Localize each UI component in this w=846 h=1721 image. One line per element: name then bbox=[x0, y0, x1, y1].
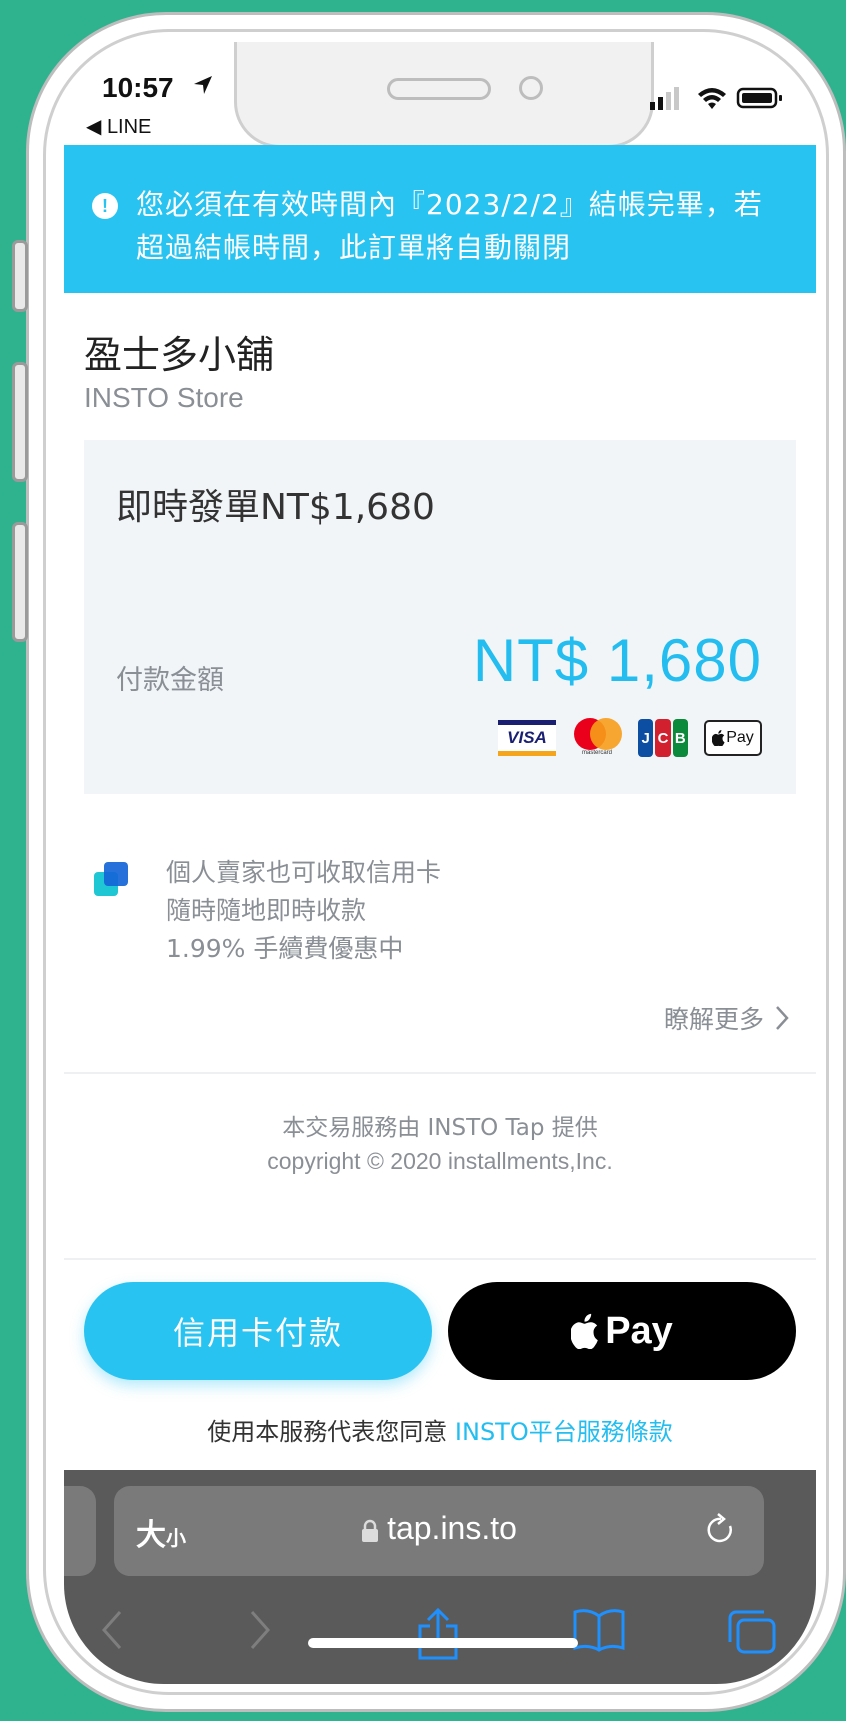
learn-more-link[interactable]: 瞭解更多 bbox=[664, 1000, 790, 1036]
phone-screen: 10:57 ◀ LINE ! 您必須在有效時間內『2023/2/2』結帳完畢，若… bbox=[64, 42, 816, 1684]
copyright-text: copyright © 2020 installments,Inc. bbox=[267, 1148, 613, 1174]
terms-prefix: 使用本服務代表您同意 bbox=[207, 1418, 455, 1446]
promo-line: 隨時隨地即時收款 bbox=[166, 896, 367, 925]
store-subtitle: INSTO Store bbox=[84, 382, 244, 413]
battery-icon bbox=[736, 87, 782, 109]
home-indicator[interactable] bbox=[308, 1638, 578, 1648]
volume-down-button bbox=[12, 522, 28, 642]
back-icon[interactable] bbox=[100, 1608, 124, 1652]
learn-more-label: 瞭解更多 bbox=[663, 1005, 764, 1034]
reload-icon[interactable] bbox=[704, 1512, 738, 1548]
location-arrow-icon bbox=[194, 76, 212, 94]
previous-tab-preview[interactable] bbox=[64, 1486, 96, 1576]
safari-toolbar: 大小 tap.ins.to bbox=[64, 1470, 816, 1684]
promo-line: 1.99% 手續費優惠中 bbox=[166, 934, 404, 963]
wifi-icon bbox=[698, 88, 726, 109]
visa-logo: VISA bbox=[498, 720, 556, 756]
deadline-message: 您必須在有效時間內『2023/2/2』結帳完畢，若超過結帳時間，此訂單將自動關閉 bbox=[136, 188, 763, 264]
payment-amount-label: 付款金額 bbox=[116, 665, 224, 696]
status-icons bbox=[650, 87, 782, 110]
order-title: 即時發單NT$1,680 bbox=[116, 487, 435, 528]
apple-pay-label: Pay bbox=[605, 1309, 673, 1352]
forward-icon[interactable] bbox=[248, 1608, 272, 1652]
bookmarks-icon[interactable] bbox=[572, 1608, 626, 1652]
url-text: tap.ins.to bbox=[387, 1510, 517, 1546]
accepted-cards: VISA mastercard J C B Pay bbox=[498, 718, 762, 758]
volume-up-button bbox=[12, 362, 28, 482]
share-icon[interactable] bbox=[416, 1608, 460, 1660]
divider bbox=[64, 1258, 816, 1260]
payment-amount: NT$ 1,680 bbox=[472, 627, 762, 694]
apple-pay-button[interactable]: Pay bbox=[448, 1282, 796, 1380]
jcb-logo: J C B bbox=[638, 719, 688, 757]
order-summary-card: 即時發單NT$1,680 付款金額 NT$ 1,680 VISA masterc… bbox=[84, 440, 796, 794]
back-to-line-link[interactable]: ◀ LINE bbox=[86, 114, 151, 139]
checkout-deadline-banner: ! 您必須在有效時間內『2023/2/2』結帳完畢，若超過結帳時間，此訂單將自動… bbox=[64, 145, 816, 293]
status-time: 10:57 bbox=[102, 72, 174, 103]
store-name: 盈士多小舖 bbox=[84, 333, 275, 377]
speaker bbox=[387, 78, 491, 100]
mastercard-logo: mastercard bbox=[572, 718, 622, 758]
alert-icon: ! bbox=[92, 193, 118, 219]
promo-line: 個人賣家也可收取信用卡 bbox=[166, 858, 442, 887]
terms-link[interactable]: INSTO平台服務條款 bbox=[455, 1418, 673, 1446]
insto-logo-icon bbox=[94, 862, 128, 896]
signal-icon bbox=[650, 87, 679, 110]
tabs-icon[interactable] bbox=[726, 1608, 778, 1656]
service-provider-text: 本交易服務由 INSTO Tap 提供 bbox=[282, 1115, 598, 1141]
apple-icon bbox=[571, 1313, 598, 1349]
terms-notice: 使用本服務代表您同意 INSTO平台服務條款 bbox=[64, 1412, 816, 1447]
apple-icon bbox=[712, 730, 725, 746]
divider bbox=[64, 1072, 816, 1074]
browser-nav-toolbar bbox=[64, 1608, 816, 1664]
notch bbox=[234, 42, 654, 148]
credit-card-pay-button[interactable]: 信用卡付款 bbox=[84, 1282, 432, 1380]
url-display: tap.ins.to bbox=[114, 1510, 764, 1547]
lock-icon bbox=[362, 1519, 379, 1542]
address-bar[interactable]: 大小 tap.ins.to bbox=[114, 1486, 764, 1576]
status-bar: 10:57 ◀ LINE bbox=[64, 42, 816, 148]
apple-pay-logo: Pay bbox=[704, 720, 762, 756]
camera bbox=[519, 76, 543, 100]
promo-text: 個人賣家也可收取信用卡 隨時隨地即時收款 1.99% 手續費優惠中 bbox=[166, 854, 441, 968]
chevron-right-icon bbox=[776, 1006, 789, 1030]
silent-switch bbox=[12, 240, 28, 312]
